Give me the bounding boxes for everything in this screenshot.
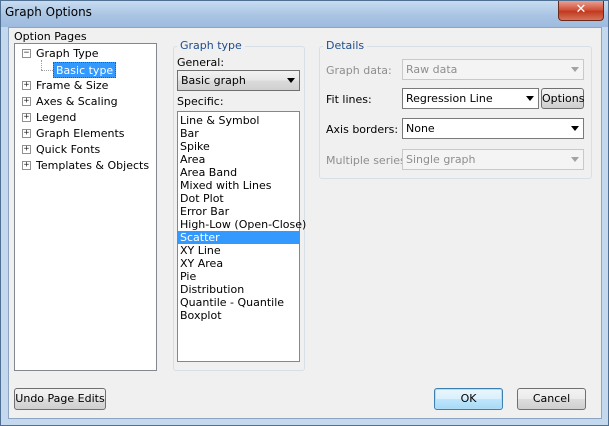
tree-item[interactable]: Graph Elements xyxy=(36,126,125,142)
multiple-series-combo[interactable]: Single graph xyxy=(402,149,584,170)
chevron-down-icon xyxy=(571,126,579,131)
graph-data-label: Graph data: xyxy=(326,64,392,77)
axis-borders-combo[interactable]: None xyxy=(402,118,584,139)
expand-icon[interactable]: + xyxy=(22,129,31,138)
ok-button[interactable]: OK xyxy=(434,388,503,410)
list-item[interactable]: High-Low (Open-Close) xyxy=(178,218,306,231)
graph-data-combo[interactable]: Raw data xyxy=(402,59,584,80)
details-title: Details xyxy=(323,39,368,52)
multiple-series-value: Single graph xyxy=(406,153,476,166)
graph-data-value: Raw data xyxy=(406,63,458,76)
list-item[interactable]: Area xyxy=(178,153,299,166)
list-item[interactable]: Distribution xyxy=(178,283,299,296)
specific-label: Specific: xyxy=(177,95,224,108)
window-title: Graph Options xyxy=(5,5,92,19)
undo-page-edits-button[interactable]: Undo Page Edits xyxy=(14,388,106,410)
list-item[interactable]: Spike xyxy=(178,140,299,153)
tree-item[interactable]: Legend xyxy=(36,110,76,126)
fit-lines-combo[interactable]: Regression Line xyxy=(402,88,539,109)
specific-listbox[interactable]: Line & Symbol Bar Spike Area Area Band Mixed … xyxy=(177,111,306,362)
list-item[interactable]: XY Line xyxy=(178,244,299,257)
tree-item[interactable]: Quick Fonts xyxy=(36,142,100,158)
fit-lines-value: Regression Line xyxy=(406,92,493,105)
fit-lines-options-button[interactable]: Options xyxy=(541,88,584,109)
list-item[interactable]: Quantile - Quantile xyxy=(178,296,299,309)
expand-icon[interactable]: + xyxy=(22,97,31,106)
collapse-icon[interactable]: − xyxy=(22,49,31,58)
list-item[interactable]: Mixed with Lines xyxy=(178,179,299,192)
general-combo-value: Basic graph xyxy=(181,74,246,87)
chevron-down-icon xyxy=(571,67,579,72)
dialog-client: Option Pages − Graph Type Basic type + Frame… xyxy=(8,27,602,419)
list-item[interactable]: Dot Plot xyxy=(178,192,299,205)
expand-icon[interactable]: + xyxy=(22,113,31,122)
tree-item[interactable]: Templates & Objects xyxy=(36,158,149,174)
tree-item[interactable]: Graph Type xyxy=(36,46,99,62)
tree-connector xyxy=(41,70,53,71)
chevron-down-icon xyxy=(526,96,534,101)
tree-item[interactable]: Frame & Size xyxy=(36,78,108,94)
chevron-down-icon xyxy=(571,157,579,162)
list-item[interactable]: XY Area xyxy=(178,257,299,270)
chevron-down-icon xyxy=(287,78,295,83)
close-button[interactable]: ✕ xyxy=(558,1,604,21)
list-item[interactable]: Bar xyxy=(178,127,299,140)
close-icon: ✕ xyxy=(575,2,587,17)
list-item[interactable]: Pie xyxy=(178,270,299,283)
list-item[interactable]: Error Bar xyxy=(178,205,299,218)
list-item[interactable]: Area Band xyxy=(178,166,299,179)
title-bar[interactable]: Graph Options ✕ xyxy=(1,1,608,27)
expand-icon[interactable]: + xyxy=(22,161,31,170)
tree-item-selected[interactable]: Basic type xyxy=(53,62,117,78)
list-item[interactable]: Line & Symbol xyxy=(178,114,299,127)
expand-icon[interactable]: + xyxy=(22,81,31,90)
multiple-series-label: Multiple series: xyxy=(326,154,410,167)
graph-type-title: Graph type xyxy=(177,39,245,52)
cancel-button[interactable]: Cancel xyxy=(517,388,586,410)
axis-borders-value: None xyxy=(406,122,435,135)
tree-item[interactable]: Axes & Scaling xyxy=(36,94,118,110)
general-combo[interactable]: Basic graph xyxy=(177,70,300,91)
axis-borders-label: Axis borders: xyxy=(326,123,399,136)
general-label: General: xyxy=(177,56,225,69)
fit-lines-label: Fit lines: xyxy=(326,93,372,106)
option-pages-title: Option Pages xyxy=(14,30,87,43)
tree-connector xyxy=(41,60,42,70)
expand-icon[interactable]: + xyxy=(22,145,31,154)
list-item[interactable]: Boxplot xyxy=(178,309,299,322)
graph-options-window: Graph Options ✕ Option Pages − Graph Type… xyxy=(0,0,609,426)
list-item[interactable]: Scatter xyxy=(178,231,299,244)
option-pages-tree[interactable]: − Graph Type Basic type + Frame & Size + Axes … xyxy=(14,43,157,371)
